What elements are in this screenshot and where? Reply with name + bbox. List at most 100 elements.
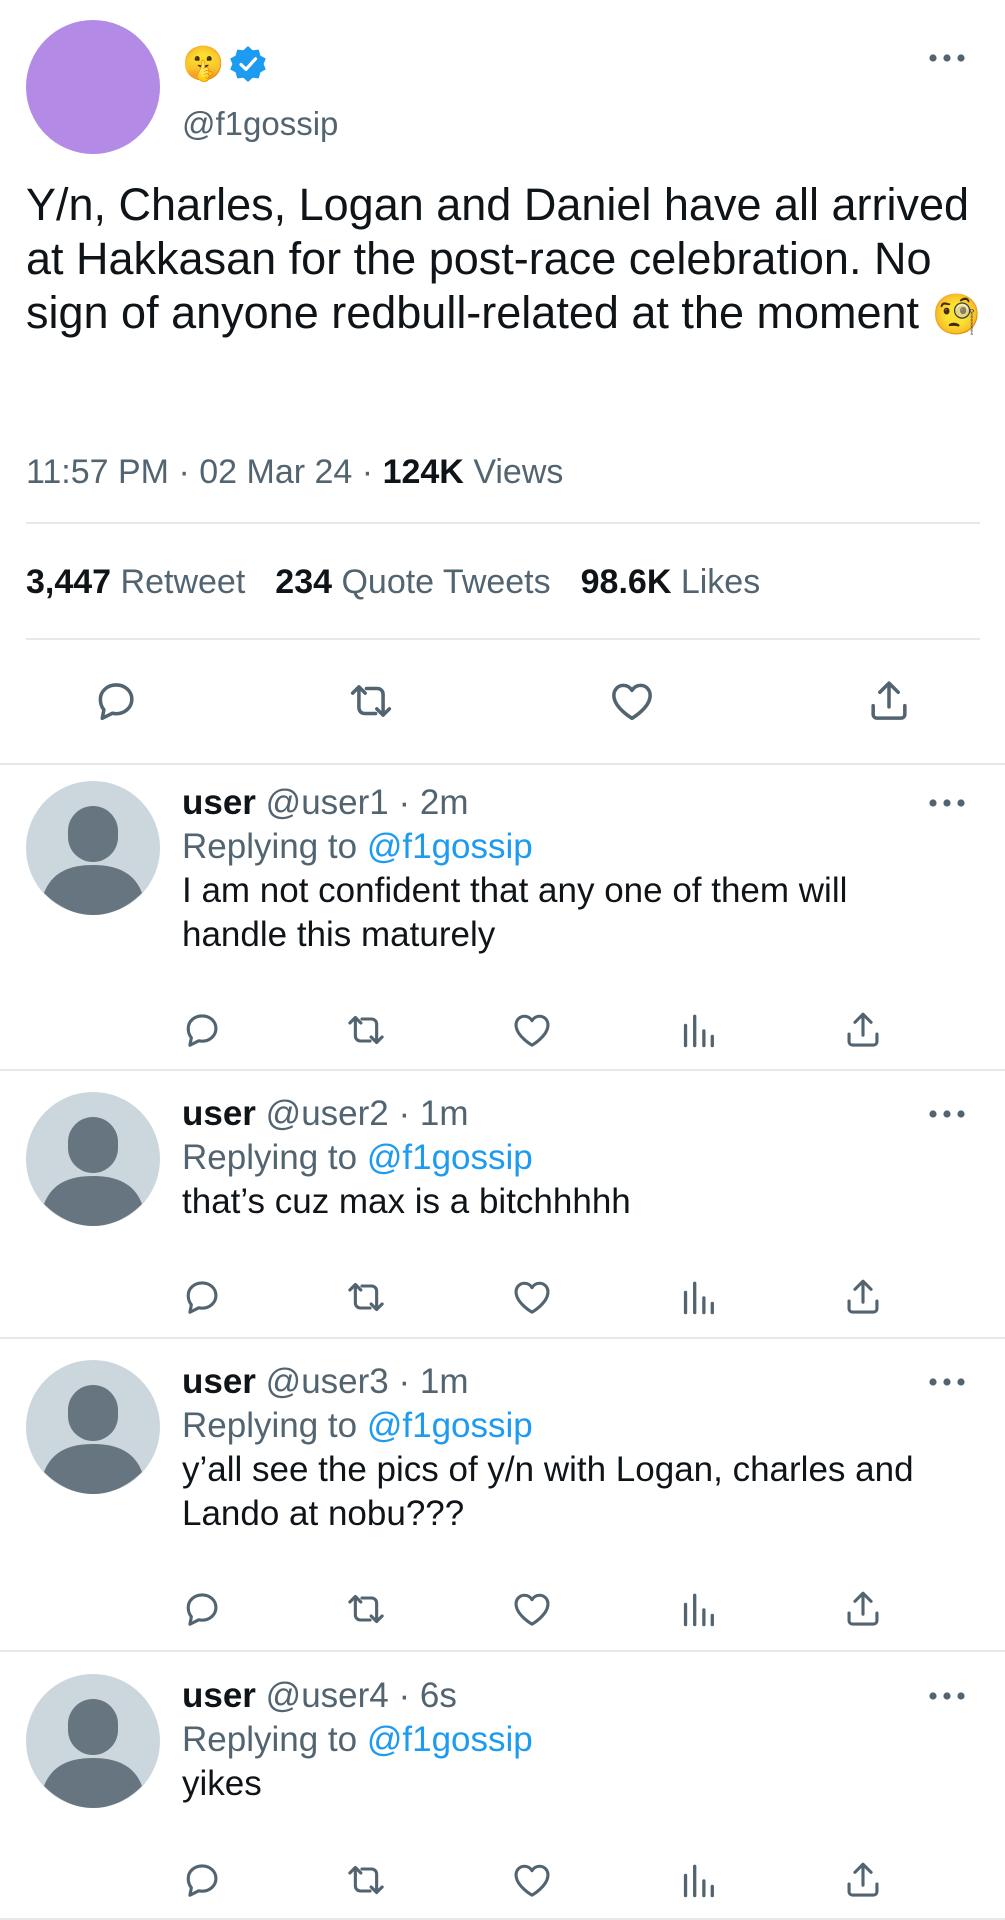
mention-link[interactable]: @f1gossip xyxy=(367,1406,533,1445)
divider xyxy=(26,638,980,640)
divider xyxy=(26,522,980,524)
reply-handle[interactable]: @user2 xyxy=(266,1094,389,1133)
reply-text: that’s cuz max is a bitchhhhh xyxy=(182,1182,631,1221)
likes-label: Likes xyxy=(680,563,761,601)
reply-icon[interactable] xyxy=(180,1008,224,1052)
meta-separator: · xyxy=(398,783,411,822)
views-icon[interactable] xyxy=(676,1587,720,1631)
reply-icon[interactable] xyxy=(88,676,144,726)
quotes-stat[interactable]: 234 Quote Tweets xyxy=(275,563,550,601)
reply-header: user @user1 · 2m xyxy=(182,781,469,825)
author-name-row: 🤫 xyxy=(182,44,268,84)
tweet-date[interactable]: 02 Mar 24 xyxy=(199,453,352,491)
retweet-icon[interactable] xyxy=(344,1858,388,1902)
reply-time: 1m xyxy=(419,1094,469,1133)
more-options-icon[interactable] xyxy=(927,793,967,813)
tweet-body: Y/n, Charles, Logan and Daniel have all … xyxy=(26,179,970,338)
meta-separator: · xyxy=(178,453,190,491)
reply-time: 6s xyxy=(419,1676,457,1715)
likes-stat[interactable]: 98.6K Likes xyxy=(581,563,761,601)
reply-header: user @user3 · 1m xyxy=(182,1360,469,1404)
replying-to: Replying to @f1gossip xyxy=(182,1136,533,1180)
more-options-icon[interactable] xyxy=(927,1104,967,1124)
verified-badge-icon xyxy=(228,44,268,84)
share-icon[interactable] xyxy=(841,1587,885,1631)
replying-to: Replying to @f1gossip xyxy=(182,825,533,869)
retweets-stat[interactable]: 3,447 Retweet xyxy=(26,563,245,601)
mention-link[interactable]: @f1gossip xyxy=(367,1720,533,1759)
likes-count: 98.6K xyxy=(580,563,672,601)
views-icon[interactable] xyxy=(676,1275,720,1319)
replying-prefix: Replying to xyxy=(182,1138,358,1177)
reply-username[interactable]: user xyxy=(182,783,256,822)
reply-icon[interactable] xyxy=(180,1275,224,1319)
like-icon[interactable] xyxy=(510,1008,554,1052)
replying-prefix: Replying to xyxy=(182,827,358,866)
reply-icon[interactable] xyxy=(180,1858,224,1902)
replying-prefix: Replying to xyxy=(182,1406,358,1445)
mention-link[interactable]: @f1gossip xyxy=(367,827,533,866)
share-icon[interactable] xyxy=(861,676,917,726)
replying-to: Replying to @f1gossip xyxy=(182,1718,533,1762)
replying-prefix: Replying to xyxy=(182,1720,358,1759)
reply-handle[interactable]: @user4 xyxy=(266,1676,389,1715)
views-icon[interactable] xyxy=(676,1008,720,1052)
author-display-name[interactable]: 🤫 xyxy=(182,44,224,84)
main-tweet: 🤫 @f1gossip Y/n, Charles, Logan and Dani… xyxy=(0,0,1005,765)
retweet-icon[interactable] xyxy=(344,1587,388,1631)
reply-text: I am not confident that any one of them … xyxy=(182,871,848,954)
retweets-label: Retweet xyxy=(120,563,246,601)
reply-handle[interactable]: @user3 xyxy=(266,1362,389,1401)
more-options-icon[interactable] xyxy=(927,1372,967,1392)
reply-tweet[interactable]: user @user4 · 6s Replying to @f1gossip y… xyxy=(0,1652,1005,1920)
views-label: Views xyxy=(473,453,564,491)
reply-time: 2m xyxy=(419,783,469,822)
retweet-icon[interactable] xyxy=(344,1275,388,1319)
like-icon[interactable] xyxy=(510,1275,554,1319)
reply-tweet[interactable]: user @user1 · 2m Replying to @f1gossip I… xyxy=(0,765,1005,1071)
reply-handle[interactable]: @user1 xyxy=(266,783,389,822)
reply-text: yikes xyxy=(182,1764,262,1803)
reply-icon[interactable] xyxy=(180,1587,224,1631)
avatar[interactable] xyxy=(26,781,160,915)
meta-separator: · xyxy=(361,453,374,491)
retweet-icon[interactable] xyxy=(344,1008,388,1052)
reply-header: user @user4 · 6s xyxy=(182,1674,457,1718)
mention-link[interactable]: @f1gossip xyxy=(367,1138,533,1177)
meta-separator: · xyxy=(398,1094,411,1133)
tweet-text: Y/n, Charles, Logan and Daniel have all … xyxy=(26,178,986,342)
tweet-emoji: 🧐 xyxy=(931,292,982,338)
more-options-icon[interactable] xyxy=(927,1686,967,1706)
reply-username[interactable]: user xyxy=(182,1676,256,1715)
views-icon[interactable] xyxy=(676,1858,720,1902)
avatar[interactable] xyxy=(26,1674,160,1808)
like-icon[interactable] xyxy=(604,676,660,726)
reply-username[interactable]: user xyxy=(182,1362,256,1401)
reply-tweet[interactable]: user @user2 · 1m Replying to @f1gossip t… xyxy=(0,1071,1005,1339)
reply-username[interactable]: user xyxy=(182,1094,256,1133)
author-handle[interactable]: @f1gossip xyxy=(182,104,338,144)
reply-tweet[interactable]: user @user3 · 1m Replying to @f1gossip y… xyxy=(0,1339,1005,1652)
meta-separator: · xyxy=(398,1362,411,1401)
quotes-label: Quote Tweets xyxy=(341,563,551,601)
avatar[interactable] xyxy=(26,1092,160,1226)
author-avatar[interactable] xyxy=(26,20,160,154)
reply-text: y’all see the pics of y/n with Logan, ch… xyxy=(182,1450,914,1533)
reply-time: 1m xyxy=(419,1362,469,1401)
like-icon[interactable] xyxy=(510,1587,554,1631)
tweet-time[interactable]: 11:57 PM xyxy=(26,453,169,491)
retweet-icon[interactable] xyxy=(343,676,399,726)
share-icon[interactable] xyxy=(841,1275,885,1319)
share-icon[interactable] xyxy=(841,1858,885,1902)
more-options-icon[interactable] xyxy=(927,48,967,68)
reply-header: user @user2 · 1m xyxy=(182,1092,469,1136)
avatar[interactable] xyxy=(26,1360,160,1494)
retweets-count: 3,447 xyxy=(26,563,112,601)
quotes-count: 234 xyxy=(275,563,333,601)
share-icon[interactable] xyxy=(841,1008,885,1052)
like-icon[interactable] xyxy=(510,1858,554,1902)
engagement-stats: 3,447 Retweet 234 Quote Tweets 98.6K Likes xyxy=(26,556,760,608)
views-count: 124K xyxy=(382,453,464,491)
tweet-meta: 11:57 PM · 02 Mar 24 · 124K Views xyxy=(26,444,563,500)
replying-to: Replying to @f1gossip xyxy=(182,1404,533,1448)
